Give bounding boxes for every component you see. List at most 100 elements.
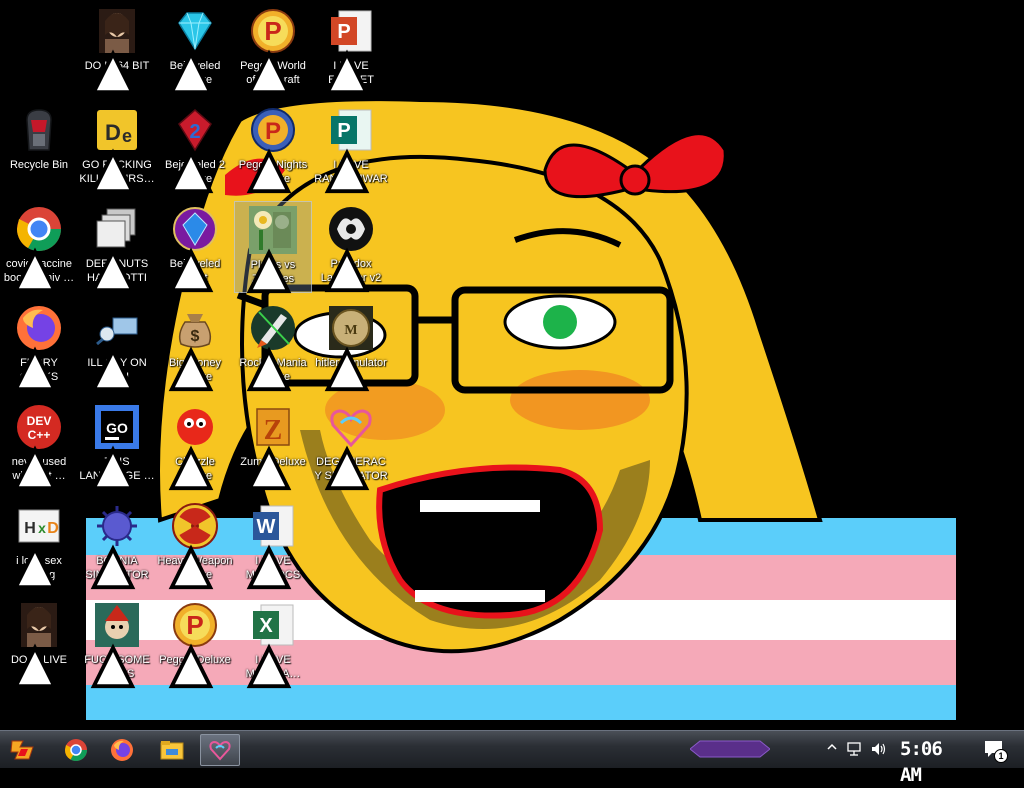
svg-text:D: D bbox=[47, 520, 59, 537]
desktop-icon[interactable]: 2Bejeweled 2 Deluxe bbox=[156, 102, 234, 194]
shortcut-arrow-icon bbox=[245, 346, 292, 392]
start-logo-icon bbox=[10, 740, 34, 760]
notification-center-button[interactable]: 1 bbox=[982, 737, 1008, 763]
desktop-icon[interactable]: De GO FUCKING KILL YOURS… bbox=[78, 102, 156, 194]
desktop-icon[interactable]: DO IT 64 BIT bbox=[78, 3, 156, 95]
desktop-icon[interactable]: Chuzzle Deluxe bbox=[156, 399, 234, 491]
taskbar-clock[interactable]: 5:06 AM bbox=[900, 736, 970, 786]
svg-text:DEV: DEV bbox=[27, 414, 52, 428]
chrome-icon bbox=[65, 739, 87, 761]
svg-text:W: W bbox=[257, 516, 276, 538]
plants-vs-zombies-icon bbox=[246, 206, 297, 294]
svg-text:x: x bbox=[38, 520, 46, 536]
peggle-icon: P bbox=[246, 7, 297, 95]
shortcut-arrow-icon bbox=[167, 445, 214, 491]
shortcut-arrow-icon bbox=[11, 346, 58, 392]
chuzzle-icon bbox=[168, 403, 219, 491]
shortcut-arrow-icon bbox=[11, 247, 58, 293]
shortcut-arrow-icon bbox=[11, 544, 58, 590]
taskbar-degeneracy-button[interactable] bbox=[200, 734, 240, 766]
svg-text:Z: Z bbox=[264, 415, 283, 446]
desktop[interactable]: DO IT 64 BITBejeweled DeluxePPeggle Worl… bbox=[0, 0, 1024, 730]
desktop-icon[interactable]: Recycle Bin bbox=[0, 102, 78, 194]
start-button[interactable] bbox=[4, 734, 44, 766]
svg-text:GO: GO bbox=[106, 420, 128, 436]
taskbar-decoration bbox=[690, 740, 770, 758]
desktop-icon[interactable]: XI LOVE MALSPA… bbox=[234, 597, 312, 689]
shortcut-arrow-icon bbox=[245, 544, 292, 590]
chevron-up-icon[interactable] bbox=[826, 741, 838, 755]
file-explorer-icon bbox=[160, 741, 184, 760]
desktop-icon[interactable]: Heavy Weapon Deluxe bbox=[156, 498, 234, 590]
desktop-icon[interactable]: Z Zuma Deluxe bbox=[234, 399, 312, 491]
desktop-icon[interactable]: PPeggle Nights Deluxe bbox=[234, 102, 312, 194]
devcpp-icon: DEV C++ bbox=[12, 403, 63, 491]
powerpoint-icon: P bbox=[324, 7, 375, 95]
shortcut-arrow-icon bbox=[323, 49, 370, 95]
desktop-icon[interactable]: PPeggle World of Warcraft Edition bbox=[234, 3, 312, 95]
desktop-icon[interactable]: PI LOVE RANSOMWARE bbox=[312, 102, 390, 194]
chrome-icon bbox=[12, 205, 63, 293]
desktop-icon[interactable]: FURRY CUCKS bbox=[0, 300, 78, 392]
rocket-icon bbox=[246, 304, 297, 392]
volume-icon[interactable] bbox=[870, 740, 888, 758]
firefox-icon bbox=[111, 739, 133, 761]
painting-portrait-icon bbox=[90, 7, 141, 95]
shortcut-arrow-icon bbox=[245, 445, 292, 491]
taskbar-explorer-button[interactable] bbox=[152, 734, 192, 766]
desktop-icon[interactable]: P Peggle Deluxe bbox=[156, 597, 234, 689]
desktop-icon[interactable]: covid vaccine boosted hiv … bbox=[0, 201, 78, 293]
shortcut-arrow-icon bbox=[89, 247, 136, 293]
desktop-icon[interactable]: Mhitler simulator bbox=[312, 300, 390, 392]
windows-stack-icon bbox=[90, 205, 141, 293]
desktop-icon[interactable]: FUCK SOME ELVES bbox=[78, 597, 156, 689]
elf-game-icon bbox=[90, 601, 141, 689]
svg-text:e: e bbox=[122, 126, 132, 146]
desktop-icon[interactable]: Plants vs Zombies bbox=[234, 201, 312, 294]
shortcut-arrow-icon bbox=[245, 49, 292, 95]
desktop-icon[interactable]: Bejeweled Deluxe bbox=[156, 3, 234, 95]
desktop-icon[interactable]: $Big Money Deluxe bbox=[156, 300, 234, 392]
svg-text:D: D bbox=[105, 120, 121, 145]
desktop-icon[interactable]: BOSNIA SIMULATOR bbox=[78, 498, 156, 590]
desktop-icon[interactable]: HxDi love sex editing bbox=[0, 498, 78, 590]
heart-mascot-icon bbox=[324, 403, 375, 491]
de-app-icon: De bbox=[90, 106, 141, 194]
recycle-bin-icon bbox=[15, 106, 63, 154]
notification-badge: 1 bbox=[994, 749, 1008, 763]
svg-text:M: M bbox=[344, 323, 357, 338]
taskbar-firefox-button[interactable] bbox=[102, 734, 142, 766]
desktop-icon[interactable]: Paradox Launcher v2 bbox=[312, 201, 390, 293]
shortcut-arrow-icon bbox=[167, 346, 214, 392]
shortcut-arrow-icon bbox=[89, 445, 136, 491]
shortcut-arrow-icon bbox=[89, 544, 136, 590]
svg-text:P: P bbox=[186, 610, 203, 640]
svg-text:P: P bbox=[264, 16, 281, 46]
radiation-icon bbox=[168, 502, 219, 590]
peggle-nights-icon: P bbox=[246, 106, 297, 194]
desktop-icon[interactable]: DEEZ NUTS HAH GOTTI bbox=[78, 201, 156, 293]
desktop-icon[interactable]: DEGENERACY SIMULATOR bbox=[312, 399, 390, 491]
shortcut-arrow-icon bbox=[323, 247, 370, 293]
paradox-icon bbox=[324, 205, 375, 293]
bejeweled-twist-icon bbox=[168, 205, 219, 293]
desktop-icon[interactable]: Bejeweled Twist bbox=[156, 201, 234, 293]
publisher-icon: P bbox=[324, 106, 375, 194]
shortcut-arrow-icon bbox=[167, 544, 214, 590]
desktop-icon[interactable]: WI LOVE MALDOCS bbox=[234, 498, 312, 590]
goland-icon: GO bbox=[90, 403, 141, 491]
shortcut-arrow-icon bbox=[323, 148, 370, 194]
desktop-icon[interactable]: Rocket Mania Deluxe bbox=[234, 300, 312, 392]
network-icon[interactable] bbox=[846, 740, 864, 758]
desktop-icon[interactable]: PI LOVE EMOTET bbox=[312, 3, 390, 95]
shortcut-arrow-icon bbox=[245, 148, 292, 194]
desktop-icon[interactable]: GOTHIS LANGUAGE … bbox=[78, 399, 156, 491]
taskbar-chrome-button[interactable] bbox=[56, 734, 96, 766]
desktop-icon[interactable]: DEVC++never used why is it … bbox=[0, 399, 78, 491]
word-icon: W bbox=[246, 502, 297, 590]
svg-text:C++: C++ bbox=[28, 428, 51, 442]
desktop-icon[interactable]: ILL SPY ON YOU bbox=[78, 300, 156, 392]
taskbar: 1 bbox=[0, 730, 1024, 768]
desktop-icon[interactable]: DO IT LIVE bbox=[0, 597, 78, 689]
shortcut-arrow-icon bbox=[11, 445, 58, 491]
